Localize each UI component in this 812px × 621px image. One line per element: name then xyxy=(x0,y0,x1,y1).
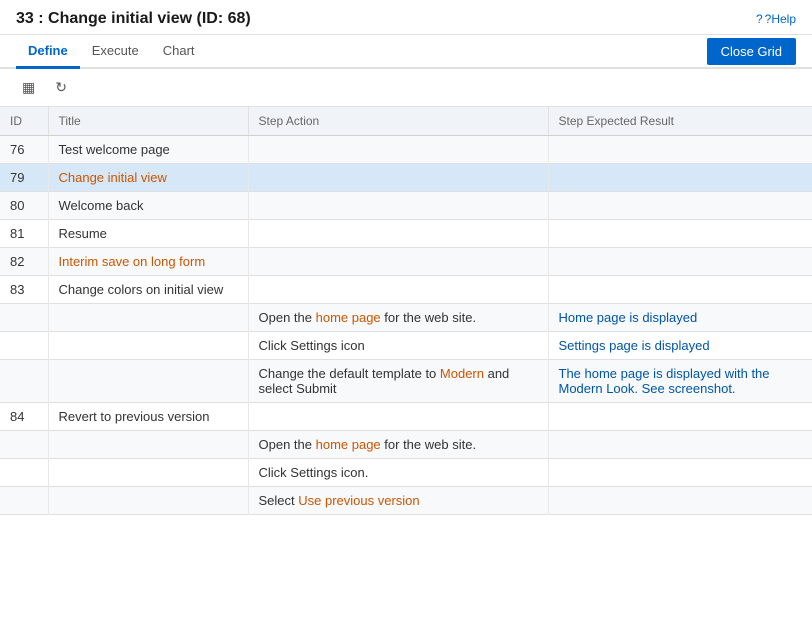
filter-icon: ▦ xyxy=(22,79,35,95)
cell-id: 83 xyxy=(0,276,48,304)
cell-title xyxy=(48,304,248,332)
tabs-container: Define Execute Chart xyxy=(16,35,207,67)
tab-chart[interactable]: Chart xyxy=(151,35,207,69)
cell-id: 84 xyxy=(0,403,48,431)
cell-title xyxy=(48,431,248,459)
cell-expected xyxy=(548,276,812,304)
table-row: 79Change initial view xyxy=(0,164,812,192)
cell-action xyxy=(248,136,548,164)
cell-action: Open the home page for the web site. xyxy=(248,304,548,332)
cell-action: Open the home page for the web site. xyxy=(248,431,548,459)
cell-action: Select Use previous version xyxy=(248,487,548,515)
cell-action: Change the default template to Modern an… xyxy=(248,360,548,403)
cell-id: 79 xyxy=(0,164,48,192)
table-row: 81Resume xyxy=(0,220,812,248)
cell-id xyxy=(0,459,48,487)
cell-expected xyxy=(548,220,812,248)
table-header-row: ID Title Step Action Step Expected Resul… xyxy=(0,107,812,136)
cell-id xyxy=(0,304,48,332)
cell-expected xyxy=(548,459,812,487)
table-row: Open the home page for the web site. xyxy=(0,431,812,459)
cell-title: Resume xyxy=(48,220,248,248)
cell-title: Test welcome page xyxy=(48,136,248,164)
cell-expected xyxy=(548,136,812,164)
cell-title[interactable]: Change initial view xyxy=(48,164,248,192)
help-link[interactable]: ? ?Help xyxy=(756,12,796,26)
table-row: Open the home page for the web site.Home… xyxy=(0,304,812,332)
cell-expected: The home page is displayed with the Mode… xyxy=(548,360,812,403)
cell-action xyxy=(248,220,548,248)
page-title: 33 : Change initial view (ID: 68) xyxy=(16,10,251,28)
table-body: 76Test welcome page79Change initial view… xyxy=(0,136,812,515)
cell-title: Revert to previous version xyxy=(48,403,248,431)
cell-title[interactable]: Interim save on long form xyxy=(48,248,248,276)
column-header-title: Title xyxy=(48,107,248,136)
table-row: 83Change colors on initial view xyxy=(0,276,812,304)
table-row: 82Interim save on long form xyxy=(0,248,812,276)
table-row: Select Use previous version xyxy=(0,487,812,515)
cell-id xyxy=(0,487,48,515)
cell-id: 76 xyxy=(0,136,48,164)
cell-id: 80 xyxy=(0,192,48,220)
cell-title xyxy=(48,332,248,360)
help-icon: ? xyxy=(756,12,763,26)
cell-expected xyxy=(548,164,812,192)
cell-id xyxy=(0,332,48,360)
refresh-button[interactable]: ↻ xyxy=(49,75,73,100)
toolbar: ▦ ↻ xyxy=(0,69,812,107)
cell-title xyxy=(48,360,248,403)
cell-id xyxy=(0,360,48,403)
close-grid-button[interactable]: Close Grid xyxy=(707,38,796,65)
column-header-expected: Step Expected Result xyxy=(548,107,812,136)
refresh-icon: ↻ xyxy=(55,79,67,95)
cell-expected xyxy=(548,487,812,515)
cell-title: Change colors on initial view xyxy=(48,276,248,304)
cell-action xyxy=(248,248,548,276)
filter-button[interactable]: ▦ xyxy=(16,75,41,100)
table-row: Click Settings icon. xyxy=(0,459,812,487)
grid-container: ID Title Step Action Step Expected Resul… xyxy=(0,107,812,613)
cell-id: 82 xyxy=(0,248,48,276)
cell-expected xyxy=(548,431,812,459)
column-header-action: Step Action xyxy=(248,107,548,136)
cell-title xyxy=(48,487,248,515)
table-row: Click Settings iconSettings page is disp… xyxy=(0,332,812,360)
cell-action xyxy=(248,403,548,431)
cell-expected xyxy=(548,403,812,431)
tab-execute[interactable]: Execute xyxy=(80,35,151,69)
cell-expected xyxy=(548,192,812,220)
cell-expected: Home page is displayed xyxy=(548,304,812,332)
data-table: ID Title Step Action Step Expected Resul… xyxy=(0,107,812,515)
cell-action xyxy=(248,164,548,192)
table-row: Change the default template to Modern an… xyxy=(0,360,812,403)
tabs-row: Define Execute Chart Close Grid xyxy=(0,35,812,69)
cell-action: Click Settings icon. xyxy=(248,459,548,487)
cell-action xyxy=(248,192,548,220)
cell-id xyxy=(0,431,48,459)
tab-define[interactable]: Define xyxy=(16,35,80,69)
table-row: 80Welcome back xyxy=(0,192,812,220)
cell-id: 81 xyxy=(0,220,48,248)
cell-action: Click Settings icon xyxy=(248,332,548,360)
cell-expected: Settings page is displayed xyxy=(548,332,812,360)
cell-action xyxy=(248,276,548,304)
cell-expected xyxy=(548,248,812,276)
column-header-id: ID xyxy=(0,107,48,136)
cell-title: Welcome back xyxy=(48,192,248,220)
table-row: 84Revert to previous version xyxy=(0,403,812,431)
table-row: 76Test welcome page xyxy=(0,136,812,164)
cell-title xyxy=(48,459,248,487)
page-header: 33 : Change initial view (ID: 68) ? ?Hel… xyxy=(0,0,812,35)
